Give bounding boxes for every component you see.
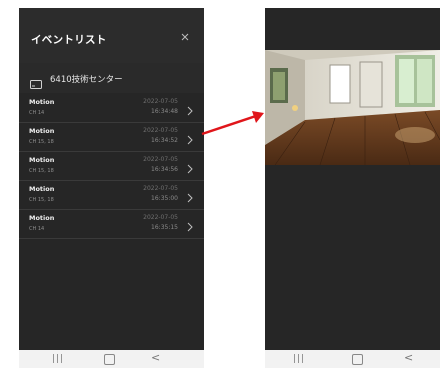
event-date: 2022-07-05 <box>143 98 178 105</box>
event-row[interactable]: Motion CH 14 2022-07-05 16:35:15 <box>19 210 204 239</box>
event-date: 2022-07-05 <box>143 214 178 221</box>
page-title: イベントリスト <box>31 34 107 46</box>
event-row[interactable]: Motion CH 15, 18 2022-07-05 16:34:52 <box>19 123 204 152</box>
event-channel: CH 14 <box>29 226 45 232</box>
back-button[interactable]: < <box>404 352 413 364</box>
recorder-icon <box>30 74 42 89</box>
event-date: 2022-07-05 <box>143 185 178 192</box>
event-title: Motion <box>29 127 55 135</box>
event-time: 16:35:15 <box>151 224 178 231</box>
event-title: Motion <box>29 214 55 222</box>
chevron-right-icon <box>186 131 194 145</box>
recents-button[interactable]: ||| <box>293 353 305 365</box>
chevron-right-icon <box>186 160 194 174</box>
event-row[interactable]: Motion CH 15, 18 2022-07-05 16:34:56 <box>19 152 204 181</box>
chevron-right-icon <box>186 102 194 116</box>
event-title: Motion <box>29 98 55 106</box>
close-icon[interactable] <box>178 30 192 44</box>
event-date: 2022-07-05 <box>143 127 178 134</box>
recents-button[interactable]: ||| <box>52 353 64 365</box>
event-title: Motion <box>29 185 55 193</box>
red-arrow-icon <box>201 111 264 136</box>
room-video-image <box>265 50 440 165</box>
back-button[interactable]: < <box>151 352 160 364</box>
device-name: 6410技術センター <box>50 75 123 85</box>
chevron-right-icon <box>186 189 194 203</box>
event-time: 16:34:48 <box>151 108 178 115</box>
event-channel: CH 14 <box>29 110 45 116</box>
android-nav-bar: ||| < <box>19 350 204 368</box>
home-button[interactable] <box>352 354 363 365</box>
playback-phone-screen: ||| < <box>265 8 440 368</box>
home-button[interactable] <box>104 354 115 365</box>
android-nav-bar: ||| < <box>265 350 440 368</box>
chevron-right-icon <box>186 218 194 232</box>
event-channel: CH 15, 18 <box>29 197 54 203</box>
event-row[interactable]: Motion CH 15, 18 2022-07-05 16:35:00 <box>19 181 204 210</box>
event-time: 16:34:56 <box>151 166 178 173</box>
event-time: 16:35:00 <box>151 195 178 202</box>
event-title: Motion <box>29 156 55 164</box>
event-date: 2022-07-05 <box>143 156 178 163</box>
event-list: Motion CH 14 2022-07-05 16:34:48 Motion … <box>19 94 204 239</box>
event-channel: CH 15, 18 <box>29 139 54 145</box>
event-channel: CH 15, 18 <box>29 168 54 174</box>
device-row[interactable]: 6410技術センター <box>19 63 204 93</box>
event-time: 16:34:52 <box>151 137 178 144</box>
camera-video-frame[interactable] <box>265 50 440 165</box>
event-list-phone-screen: イベントリスト 6410技術センター Motion CH 14 2022-07-… <box>19 8 204 368</box>
event-row[interactable]: Motion CH 14 2022-07-05 16:34:48 <box>19 94 204 123</box>
